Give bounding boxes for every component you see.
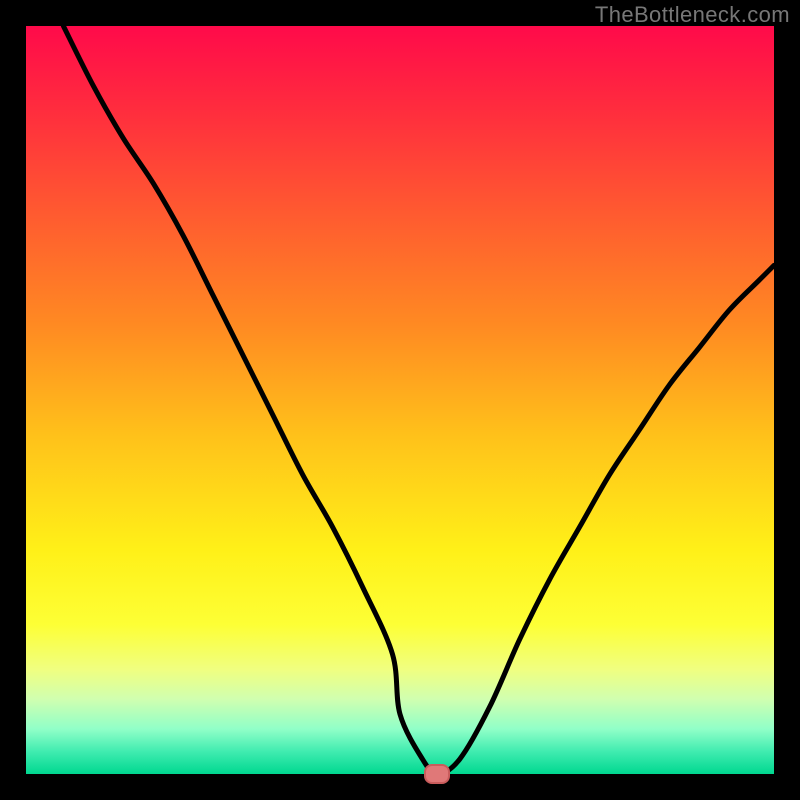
- watermark-text: TheBottleneck.com: [595, 2, 790, 28]
- plot-area: [26, 26, 774, 774]
- chart-svg: [26, 26, 774, 774]
- optimal-point-marker: [424, 764, 450, 784]
- chart-frame: TheBottleneck.com: [0, 0, 800, 800]
